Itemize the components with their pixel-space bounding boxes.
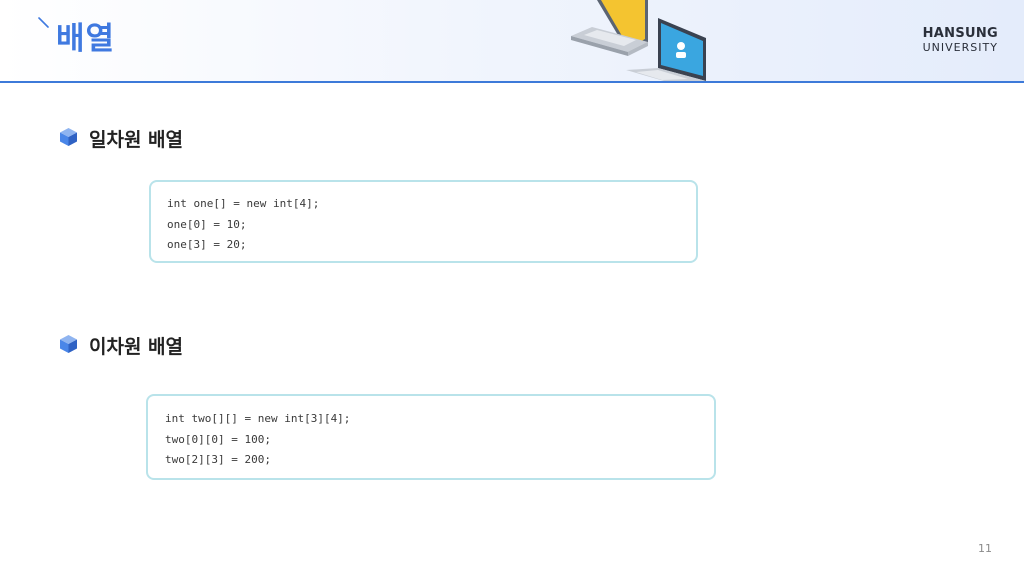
code-line: two[2][3] = 200; [165, 453, 271, 466]
code-line: int two[][] = new int[3][4]; [165, 412, 351, 425]
code-block-two-dimensional: int two[][] = new int[3][4]; two[0][0] =… [146, 394, 716, 480]
code-block-one-dimensional: int one[] = new int[4]; one[0] = 10; one… [149, 180, 698, 263]
code-line: int one[] = new int[4]; [167, 197, 320, 210]
slide-title: 배열 [56, 21, 116, 57]
slash-tick-icon [38, 17, 49, 28]
section-heading: 일차원 배열 [89, 129, 184, 151]
laptops-illustration [571, 0, 706, 81]
code-line: one[3] = 20; [167, 238, 247, 251]
cube-bullet-icon [60, 335, 77, 353]
slide-header: 배열 HANSUNG UNIVERSITY [0, 0, 1024, 83]
cube-bullet-icon [60, 128, 77, 146]
university-logo: HANSUNG UNIVERSITY [922, 26, 998, 55]
code-line: one[0] = 10; [167, 217, 247, 231]
logo-bottom-text: UNIVERSITY [922, 41, 998, 54]
section-heading: 이차원 배열 [89, 336, 184, 358]
code-line: two[0][0] = 100; [165, 432, 271, 446]
page-number: 11 [978, 542, 992, 555]
logo-top-text: HANSUNG [922, 26, 998, 41]
